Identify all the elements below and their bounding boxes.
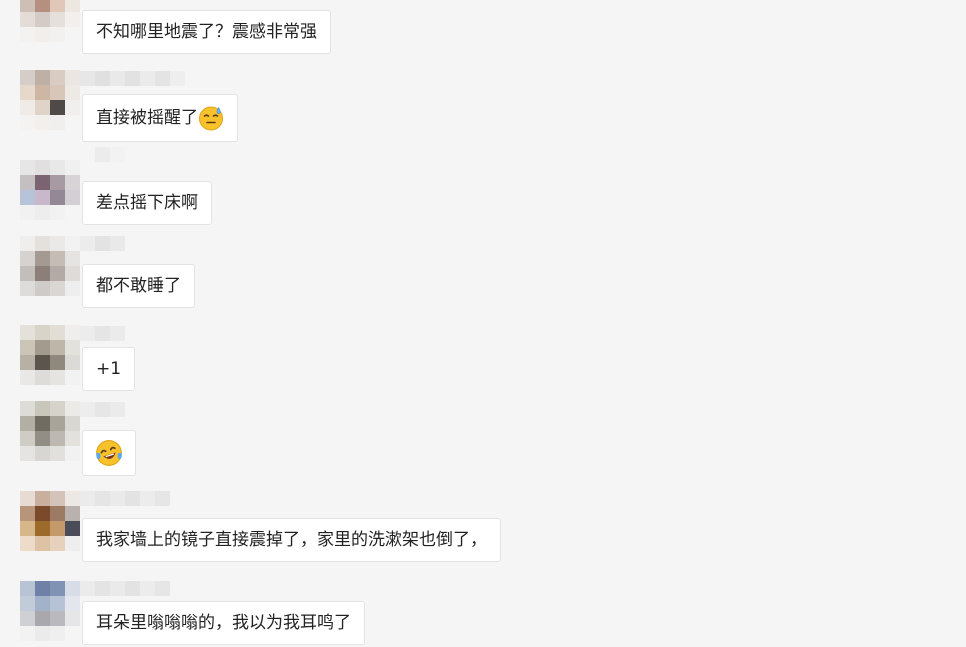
laughing-crying-emoji-icon bbox=[96, 440, 122, 466]
message-bubble: 不知哪里地震了？震感非常强 bbox=[82, 10, 331, 54]
username bbox=[80, 402, 125, 417]
message-text: 都不敢睡了 bbox=[96, 276, 181, 296]
message-text: 直接被摇醒了 bbox=[96, 108, 198, 128]
avatar[interactable] bbox=[20, 70, 80, 130]
message-text: 不知哪里地震了？震感非常强 bbox=[96, 22, 317, 42]
message-bubble: +1 bbox=[82, 347, 136, 391]
username bbox=[80, 71, 185, 86]
message-bubble: 我家墙上的镜子直接震掉了，家里的洗漱架也倒了， bbox=[82, 518, 501, 562]
message-bubble: 直接被摇醒了 bbox=[82, 94, 238, 142]
avatar[interactable] bbox=[20, 236, 80, 296]
username bbox=[80, 491, 170, 506]
sweat-smile-emoji-icon bbox=[199, 106, 223, 131]
message-bubble: 差点摇下床啊 bbox=[82, 181, 212, 225]
avatar[interactable] bbox=[20, 0, 80, 42]
message-text: +1 bbox=[96, 359, 122, 379]
avatar[interactable] bbox=[20, 491, 80, 551]
message-bubble: 耳朵里嗡嗡嗡的，我以为我耳鸣了 bbox=[82, 601, 365, 645]
username bbox=[80, 581, 170, 596]
username bbox=[80, 236, 125, 251]
message-bubble bbox=[82, 430, 136, 476]
chat-thread: 不知哪里地震了？震感非常强 直接被摇醒了 差点摇下床啊 都不敢睡了 +1 我家墙… bbox=[0, 0, 966, 647]
username bbox=[80, 147, 125, 162]
avatar[interactable] bbox=[20, 325, 80, 385]
avatar[interactable] bbox=[20, 160, 80, 220]
avatar[interactable] bbox=[20, 581, 80, 641]
avatar[interactable] bbox=[20, 401, 80, 461]
message-text: 差点摇下床啊 bbox=[96, 193, 198, 213]
username bbox=[80, 326, 125, 341]
message-text: 我家墙上的镜子直接震掉了，家里的洗漱架也倒了， bbox=[96, 530, 487, 550]
message-text: 耳朵里嗡嗡嗡的，我以为我耳鸣了 bbox=[96, 613, 351, 633]
message-bubble: 都不敢睡了 bbox=[82, 264, 195, 308]
